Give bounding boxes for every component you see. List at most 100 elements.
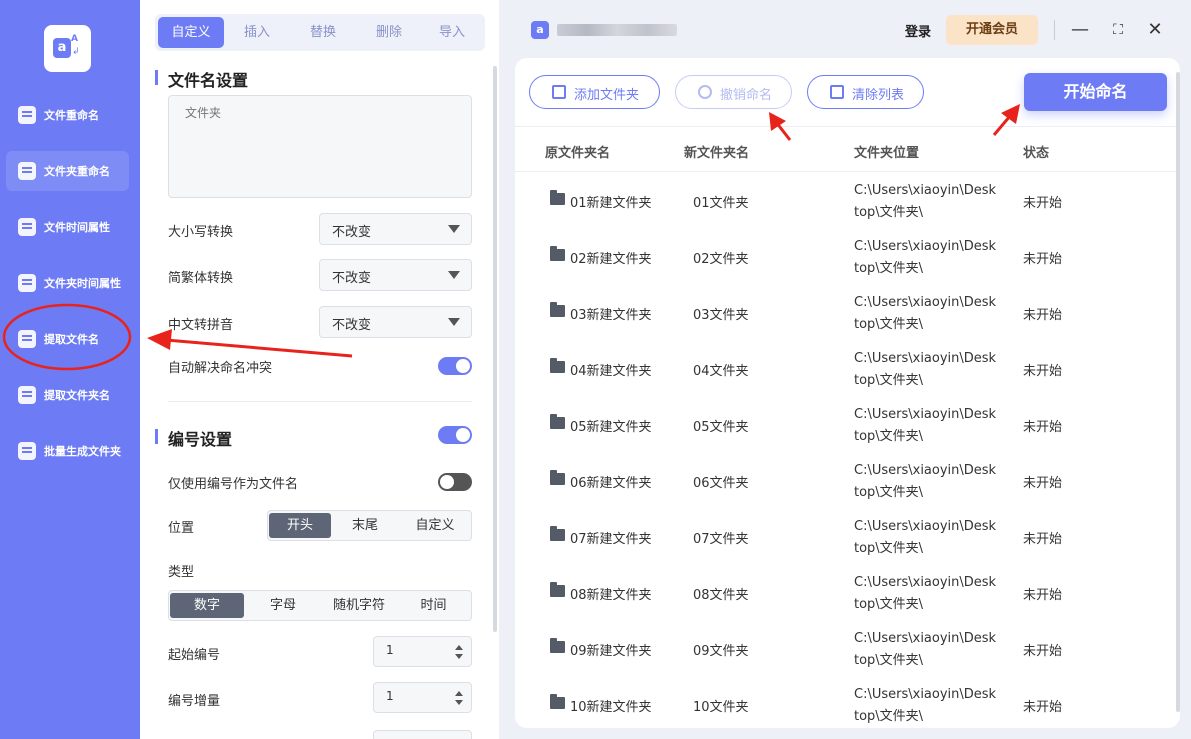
col-original: 原文件夹名 [545, 146, 611, 161]
stepper-down-icon[interactable] [455, 700, 463, 705]
type-random[interactable]: 随机字符 [322, 593, 396, 618]
status-cell: 未开始 [1023, 308, 1063, 323]
table-row[interactable]: 01新建文件夹 01文件夹 C:\Users\xiaoyin\Desk top\文件夹… [515, 173, 1180, 229]
table-row[interactable]: 08新建文件夹 08文件夹 C:\Users\xiaoyin\Desk top\文件夹… [515, 565, 1180, 621]
table-row[interactable]: 07新建文件夹 07文件夹 C:\Users\xiaoyin\Desk top\文件夹… [515, 509, 1180, 565]
location-line-1: C:\Users\xiaoyin\Desk [854, 519, 997, 534]
trad-select[interactable]: 不改变 [319, 259, 472, 291]
type-time[interactable]: 时间 [398, 593, 469, 618]
original-name-cell: 03新建文件夹 [570, 308, 652, 323]
folder-icon [550, 526, 565, 541]
col-location: 文件夹位置 [854, 146, 920, 161]
status-cell: 未开始 [1023, 700, 1063, 715]
panel-scrollbar[interactable] [493, 66, 497, 632]
minimize-icon[interactable]: — [1070, 18, 1090, 42]
settings-panel: 自定义 插入 替换 删除 导入 文件名设置 大小写转换 不改变 简繁体转换 不改… [140, 0, 499, 739]
table-header: 原文件夹名 新文件夹名 文件夹位置 状态 [515, 126, 1180, 172]
clear-list-button[interactable]: 清除列表 [807, 75, 924, 109]
sidebar-item-label: 文件夹重命名 [44, 165, 110, 178]
original-name-cell: 08新建文件夹 [570, 588, 652, 603]
close-icon[interactable]: ✕ [1145, 18, 1165, 42]
tab-replace[interactable]: 替换 [290, 17, 356, 48]
position-segmented: 开头 末尾 自定义 [267, 510, 472, 541]
file-icon [18, 106, 36, 124]
status-cell: 未开始 [1023, 588, 1063, 603]
start-number-stepper[interactable]: 1 [373, 636, 472, 667]
tab-delete[interactable]: 删除 [356, 17, 422, 48]
sidebar-item-file-rename[interactable]: 文件重命名 [6, 95, 129, 135]
location-line-1: C:\Users\xiaoyin\Desk [854, 687, 997, 702]
position-custom[interactable]: 自定义 [402, 513, 468, 538]
position-end[interactable]: 末尾 [334, 513, 396, 538]
tab-import[interactable]: 导入 [419, 17, 485, 48]
table-row[interactable]: 09新建文件夹 09文件夹 C:\Users\xiaoyin\Desk top\文件夹… [515, 621, 1180, 677]
type-number[interactable]: 数字 [170, 593, 244, 618]
sidebar-item-label: 批量生成文件夹 [44, 445, 121, 458]
stepper-up-icon[interactable] [455, 691, 463, 696]
new-name-cell: 08文件夹 [693, 588, 749, 603]
col-status: 状态 [1023, 146, 1050, 161]
login-link[interactable]: 登录 [905, 21, 931, 40]
original-name-cell: 04新建文件夹 [570, 364, 652, 379]
new-name-cell: 06文件夹 [693, 476, 749, 491]
undo-rename-button[interactable]: 撤销命名 [675, 75, 792, 109]
type-letter[interactable]: 字母 [247, 593, 319, 618]
table-row[interactable]: 03新建文件夹 03文件夹 C:\Users\xiaoyin\Desk top\文件夹… [515, 285, 1180, 341]
step-stepper[interactable]: 1 [373, 682, 472, 713]
folder-icon [550, 358, 565, 373]
clock-file-icon [18, 218, 36, 236]
filename-textarea[interactable] [168, 95, 472, 198]
location-line-1: C:\Users\xiaoyin\Desk [854, 407, 997, 422]
sidebar-item-file-time[interactable]: 文件时间属性 [6, 207, 129, 247]
table-row[interactable]: 02新建文件夹 02文件夹 C:\Users\xiaoyin\Desk top\文件夹… [515, 229, 1180, 285]
vip-button[interactable]: 开通会员 [946, 15, 1038, 45]
chevron-down-icon [448, 271, 460, 279]
table-row[interactable]: 05新建文件夹 05文件夹 C:\Users\xiaoyin\Desk top\文件夹… [515, 397, 1180, 453]
chevron-down-icon [448, 318, 460, 326]
case-select[interactable]: 不改变 [319, 213, 472, 245]
table-row[interactable]: 06新建文件夹 06文件夹 C:\Users\xiaoyin\Desk top\文件夹… [515, 453, 1180, 509]
position-start[interactable]: 开头 [269, 513, 331, 538]
type-segmented: 数字 字母 随机字符 时间 [168, 590, 472, 621]
pinyin-select[interactable]: 不改变 [319, 306, 472, 338]
sidebar-item-extract-foldername[interactable]: 提取文件夹名 [6, 375, 129, 415]
status-cell: 未开始 [1023, 532, 1063, 547]
folder-icon [550, 638, 565, 653]
partial-stepper[interactable] [373, 730, 472, 739]
original-name-cell: 07新建文件夹 [570, 532, 652, 547]
chevron-down-icon [448, 225, 460, 233]
redacted-title [557, 24, 677, 36]
table-row[interactable]: 04新建文件夹 04文件夹 C:\Users\xiaoyin\Desk top\文件夹… [515, 341, 1180, 397]
location-line-2: top\文件夹\ [854, 429, 924, 444]
tab-custom[interactable]: 自定义 [158, 17, 224, 48]
sidebar-item-batch-create-folders[interactable]: 批量生成文件夹 [6, 431, 129, 471]
sidebar-item-label: 提取文件名 [44, 333, 99, 346]
table-row[interactable]: 10新建文件夹 10文件夹 C:\Users\xiaoyin\Desk top\文件夹… [515, 677, 1180, 728]
title-bar: a 登录 开通会员 — ⛶ ✕ [499, 0, 1191, 60]
sidebar-item-extract-filename[interactable]: 提取文件名 [6, 319, 129, 359]
clock-folder-icon [18, 274, 36, 292]
only-number-toggle[interactable] [438, 473, 472, 491]
sidebar-item-label: 文件重命名 [44, 109, 99, 122]
maximize-icon[interactable]: ⛶ [1108, 18, 1128, 42]
conflict-toggle[interactable] [438, 357, 472, 375]
add-folder-button[interactable]: 添加文件夹 [529, 75, 660, 109]
status-cell: 未开始 [1023, 420, 1063, 435]
tab-insert[interactable]: 插入 [224, 17, 290, 48]
folder-icon [550, 246, 565, 261]
divider [1054, 20, 1055, 40]
location-line-1: C:\Users\xiaoyin\Desk [854, 631, 997, 646]
folder-icon [550, 414, 565, 429]
number-toggle[interactable] [438, 426, 472, 444]
sidebar-item-folder-time[interactable]: 文件夹时间属性 [6, 263, 129, 303]
table-scrollbar[interactable] [1176, 72, 1180, 712]
sidebar-item-folder-rename[interactable]: 文件夹重命名 [6, 151, 129, 191]
position-label: 位置 [168, 521, 195, 536]
stepper-down-icon[interactable] [455, 654, 463, 659]
col-new: 新文件夹名 [684, 146, 750, 161]
folder-plus-icon [18, 442, 36, 460]
start-rename-button[interactable]: 开始命名 [1024, 73, 1167, 111]
location-line-2: top\文件夹\ [854, 541, 924, 556]
stepper-up-icon[interactable] [455, 645, 463, 650]
location-line-1: C:\Users\xiaoyin\Desk [854, 575, 997, 590]
